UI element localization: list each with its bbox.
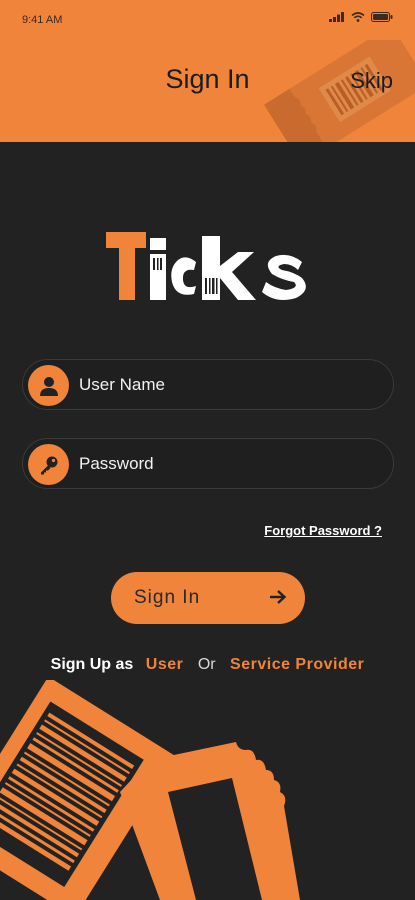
key-icon-badge [28, 444, 69, 485]
sign-in-button[interactable]: Sign In [111, 572, 305, 624]
signup-provider-link[interactable]: Service Provider [230, 656, 364, 674]
signal-icon [329, 12, 344, 22]
user-icon-badge [28, 365, 69, 406]
sign-in-label: Sign In [134, 587, 201, 608]
battery-icon [371, 12, 393, 22]
arrow-right-icon [270, 590, 287, 604]
ticket-decoration-bottom [0, 680, 300, 900]
user-icon [39, 376, 58, 396]
ticks-logo [106, 232, 306, 300]
password-input[interactable] [79, 439, 379, 488]
signup-prefix: Sign Up as [50, 656, 134, 673]
key-icon [40, 456, 57, 474]
header: 9:41 AM Sign In Skip [0, 0, 415, 142]
signup-row: Sign Up as User Or Service Provider [0, 656, 415, 674]
forgot-password-link[interactable]: Forgot Password ? [264, 523, 382, 538]
status-bar: 9:41 AM [0, 0, 415, 38]
wifi-icon [351, 12, 365, 22]
password-field[interactable] [22, 438, 394, 489]
skip-button[interactable]: Skip [350, 68, 393, 94]
status-time: 9:41 AM [22, 14, 63, 26]
username-input[interactable] [79, 360, 379, 409]
status-icons [329, 12, 393, 22]
signup-or: Or [197, 656, 216, 673]
username-field[interactable] [22, 359, 394, 410]
signup-user-link[interactable]: User [146, 656, 184, 674]
